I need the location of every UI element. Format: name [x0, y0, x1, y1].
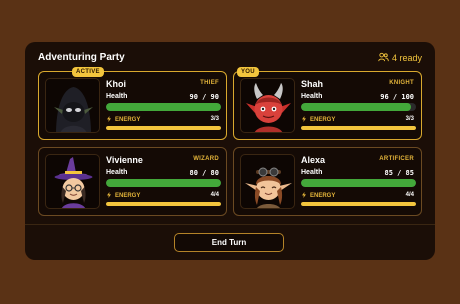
- active-badge: ACTIVE: [72, 67, 104, 77]
- character-name: Shah: [301, 79, 324, 89]
- energy-value: 3/3: [210, 116, 219, 122]
- energy-bar: [106, 126, 221, 130]
- energy-value: 3/3: [405, 116, 414, 122]
- ready-count: 4 ready: [391, 53, 422, 63]
- character-class: KNIGHT: [389, 80, 414, 86]
- health-value: 85 / 85: [384, 169, 414, 177]
- health-bar: [106, 103, 221, 111]
- energy-bolt-icon: [301, 192, 307, 200]
- health-bar: [106, 179, 221, 187]
- panel-title: Adventuring Party: [38, 52, 125, 63]
- party-card-shah[interactable]: YOU Shah KNIGHT Health 96 / 100 ENERGY 3…: [233, 67, 422, 140]
- party-card-alexa[interactable]: Alexa ARTIFICER Health 85 / 85 ENERGY 4/…: [233, 147, 422, 216]
- energy-label: ENERGY: [106, 192, 140, 200]
- party-panel: Adventuring Party 4 ready ACTIVE Khoi TH…: [25, 42, 435, 260]
- health-value: 96 / 100: [380, 93, 414, 101]
- health-label: Health: [106, 93, 128, 100]
- portrait-witch: [45, 154, 100, 209]
- energy-bar-fill: [106, 126, 221, 130]
- character-class: WIZARD: [193, 156, 219, 162]
- character-class: ARTIFICER: [379, 156, 414, 162]
- energy-bolt-icon: [301, 116, 307, 124]
- health-value: 90 / 90: [189, 93, 219, 101]
- ready-indicator: 4 ready: [378, 52, 422, 64]
- energy-label: ENERGY: [301, 192, 335, 200]
- energy-label: ENERGY: [301, 116, 335, 124]
- energy-bolt-icon: [106, 192, 112, 200]
- party-card-khoi[interactable]: ACTIVE Khoi THIEF Health 90 / 90 ENERGY …: [38, 67, 227, 140]
- health-label: Health: [106, 169, 128, 176]
- health-bar-fill: [106, 179, 221, 187]
- character-class: THIEF: [200, 80, 219, 86]
- energy-bar-fill: [106, 202, 221, 206]
- users-icon: [378, 52, 389, 64]
- party-card-vivienne[interactable]: Vivienne WIZARD Health 80 / 80 ENERGY 4/…: [38, 147, 227, 216]
- energy-bar: [106, 202, 221, 206]
- panel-divider: [25, 224, 435, 225]
- health-label: Health: [301, 169, 323, 176]
- energy-bar-fill: [301, 126, 416, 130]
- character-name: Khoi: [106, 79, 126, 89]
- health-bar: [301, 103, 416, 111]
- energy-bar: [301, 126, 416, 130]
- health-bar-fill: [301, 103, 412, 111]
- character-name: Alexa: [301, 155, 326, 165]
- health-bar-fill: [106, 103, 221, 111]
- health-bar-fill: [301, 179, 416, 187]
- energy-value: 4/4: [405, 192, 414, 198]
- character-name: Vivienne: [106, 155, 143, 165]
- end-turn-button[interactable]: End Turn: [174, 233, 284, 252]
- portrait-hooded-goblin: [45, 78, 100, 133]
- health-label: Health: [301, 93, 323, 100]
- you-badge: YOU: [237, 67, 259, 77]
- portrait-red-demon: [240, 78, 295, 133]
- health-bar: [301, 179, 416, 187]
- energy-value: 4/4: [210, 192, 219, 198]
- energy-bar: [301, 202, 416, 206]
- health-value: 80 / 80: [189, 169, 219, 177]
- energy-label: ENERGY: [106, 116, 140, 124]
- energy-bar-fill: [301, 202, 416, 206]
- portrait-elf-goggles: [240, 154, 295, 209]
- energy-bolt-icon: [106, 116, 112, 124]
